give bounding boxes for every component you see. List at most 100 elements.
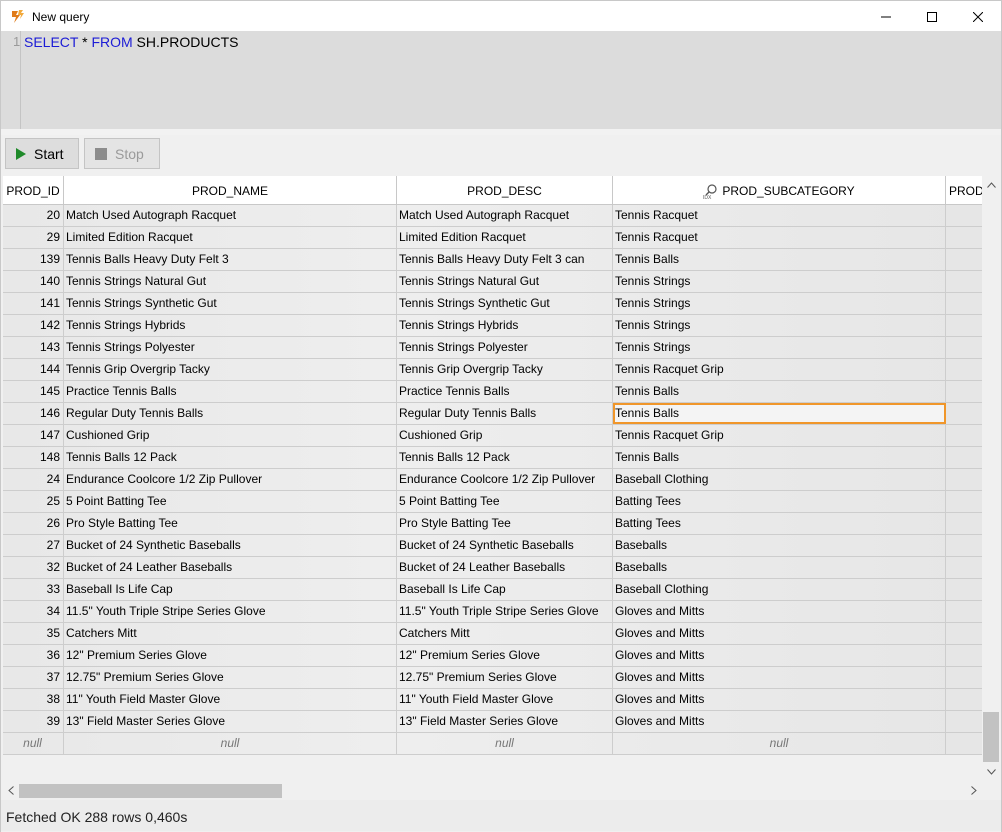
cell-prod-desc[interactable]: Tennis Strings Polyester — [397, 337, 613, 358]
cell-prod-more[interactable] — [946, 579, 982, 600]
cell-prod-more[interactable] — [946, 337, 982, 358]
cell-prod-id[interactable]: 38 — [3, 689, 64, 710]
cell-prod-more[interactable] — [946, 425, 982, 446]
cell-prod-id[interactable]: 143 — [3, 337, 64, 358]
cell-prod-id[interactable]: 145 — [3, 381, 64, 402]
cell-prod-desc[interactable]: Endurance Coolcore 1/2 Zip Pullover — [397, 469, 613, 490]
cell-prod-more[interactable] — [946, 513, 982, 534]
cell-prod-more[interactable] — [946, 315, 982, 336]
cell-prod-id[interactable]: 25 — [3, 491, 64, 512]
cell-prod-name[interactable]: Pro Style Batting Tee — [64, 513, 397, 534]
cell-prod-desc[interactable]: 13" Field Master Series Glove — [397, 711, 613, 732]
cell-prod-desc[interactable]: Tennis Balls Heavy Duty Felt 3 can — [397, 249, 613, 270]
cell-prod-desc[interactable]: Cushioned Grip — [397, 425, 613, 446]
cell-prod-desc[interactable]: Limited Edition Racquet — [397, 227, 613, 248]
cell-prod-subcategory[interactable]: Baseballs — [613, 535, 946, 556]
cell-prod-desc[interactable]: Tennis Balls 12 Pack — [397, 447, 613, 468]
cell-prod-subcategory[interactable]: Gloves and Mitts — [613, 601, 946, 622]
cell-prod-name[interactable]: Practice Tennis Balls — [64, 381, 397, 402]
close-button[interactable] — [955, 1, 1001, 32]
null-row[interactable]: null null null null — [3, 733, 982, 755]
start-button[interactable]: Start — [5, 138, 79, 169]
cell-prod-more[interactable] — [946, 623, 982, 644]
table-row[interactable]: 139 Tennis Balls Heavy Duty Felt 3 Tennis … — [3, 249, 982, 271]
cell-prod-more[interactable] — [946, 293, 982, 314]
cell-prod-name[interactable]: Catchers Mitt — [64, 623, 397, 644]
table-row[interactable]: 145 Practice Tennis Balls Practice Tennis … — [3, 381, 982, 403]
cell-prod-desc[interactable]: Tennis Strings Hybrids — [397, 315, 613, 336]
cell-prod-name[interactable]: 13" Field Master Series Glove — [64, 711, 397, 732]
cell-prod-name[interactable]: 11" Youth Field Master Glove — [64, 689, 397, 710]
column-header-prod-id[interactable]: PROD_ID — [3, 176, 64, 205]
sql-editor[interactable]: 1 SELECT * FROM SH.PRODUCTS — [1, 31, 1001, 129]
cell-prod-more[interactable] — [946, 227, 982, 248]
cell-prod-subcategory[interactable]: Tennis Racquet — [613, 227, 946, 248]
table-row[interactable]: 35 Catchers Mitt Catchers Mitt Gloves and M… — [3, 623, 982, 645]
cell-prod-desc[interactable]: 11.5" Youth Triple Stripe Series Glove — [397, 601, 613, 622]
table-row[interactable]: 20 Match Used Autograph Racquet Match Used… — [3, 205, 982, 227]
cell-prod-id[interactable]: 27 — [3, 535, 64, 556]
cell-prod-more[interactable] — [946, 205, 982, 226]
cell-prod-id[interactable]: 33 — [3, 579, 64, 600]
cell-prod-name[interactable]: Baseball Is Life Cap — [64, 579, 397, 600]
table-row[interactable]: 39 13" Field Master Series Glove 13" Field… — [3, 711, 982, 733]
column-header-prod-more[interactable]: PROD — [946, 176, 982, 205]
cell-prod-name[interactable]: 5 Point Batting Tee — [64, 491, 397, 512]
stop-button[interactable]: Stop — [84, 138, 160, 169]
table-row[interactable]: 37 12.75" Premium Series Glove 12.75" Prem… — [3, 667, 982, 689]
cell-prod-name[interactable]: Tennis Strings Synthetic Gut — [64, 293, 397, 314]
cell-prod-name[interactable]: Tennis Strings Natural Gut — [64, 271, 397, 292]
table-row[interactable]: 146 Regular Duty Tennis Balls Regular Duty… — [3, 403, 982, 425]
cell-prod-name[interactable]: Bucket of 24 Leather Baseballs — [64, 557, 397, 578]
cell-prod-more[interactable] — [946, 249, 982, 270]
table-row[interactable]: 27 Bucket of 24 Synthetic Baseballs Bucket… — [3, 535, 982, 557]
scroll-right-button[interactable] — [966, 780, 982, 800]
cell-prod-subcategory[interactable]: Tennis Strings — [613, 293, 946, 314]
table-row[interactable]: 140 Tennis Strings Natural Gut Tennis Stri… — [3, 271, 982, 293]
table-row[interactable]: 38 11" Youth Field Master Glove 11" Youth … — [3, 689, 982, 711]
cell-prod-more[interactable] — [946, 535, 982, 556]
table-row[interactable]: 36 12" Premium Series Glove 12" Premium Se… — [3, 645, 982, 667]
cell-prod-id[interactable]: 35 — [3, 623, 64, 644]
cell-prod-desc[interactable]: Match Used Autograph Racquet — [397, 205, 613, 226]
cell-prod-more[interactable] — [946, 381, 982, 402]
cell-prod-name[interactable]: 12" Premium Series Glove — [64, 645, 397, 666]
cell-prod-desc[interactable]: 12.75" Premium Series Glove — [397, 667, 613, 688]
table-row[interactable]: 29 Limited Edition Racquet Limited Edition… — [3, 227, 982, 249]
cell-prod-more[interactable] — [946, 689, 982, 710]
scroll-up-button[interactable] — [982, 176, 1000, 193]
table-row[interactable]: 143 Tennis Strings Polyester Tennis String… — [3, 337, 982, 359]
cell-prod-name[interactable]: Tennis Strings Polyester — [64, 337, 397, 358]
cell-prod-id[interactable]: 142 — [3, 315, 64, 336]
scroll-left-button[interactable] — [3, 780, 19, 800]
cell-prod-more[interactable] — [946, 733, 982, 754]
cell-prod-id[interactable]: 144 — [3, 359, 64, 380]
cell-prod-subcategory[interactable]: Tennis Racquet — [613, 205, 946, 226]
cell-prod-more[interactable] — [946, 403, 982, 424]
table-row[interactable]: 147 Cushioned Grip Cushioned Grip Tennis Ra… — [3, 425, 982, 447]
cell-prod-more[interactable] — [946, 469, 982, 490]
cell-prod-subcategory[interactable]: Tennis Racquet Grip — [613, 425, 946, 446]
cell-prod-id[interactable]: 148 — [3, 447, 64, 468]
cell-prod-name[interactable]: 11.5" Youth Triple Stripe Series Glove — [64, 601, 397, 622]
column-header-prod-name[interactable]: PROD_NAME — [64, 176, 397, 205]
selected-cell[interactable]: Tennis Balls — [613, 403, 946, 424]
vertical-scrollbar[interactable] — [982, 176, 1000, 780]
cell-prod-id[interactable]: 147 — [3, 425, 64, 446]
table-row[interactable]: 142 Tennis Strings Hybrids Tennis Strings … — [3, 315, 982, 337]
table-row[interactable]: 34 11.5" Youth Triple Stripe Series Glove… — [3, 601, 982, 623]
cell-prod-name[interactable]: Endurance Coolcore 1/2 Zip Pullover — [64, 469, 397, 490]
cell-prod-subcategory[interactable]: Tennis Racquet Grip — [613, 359, 946, 380]
cell-prod-desc[interactable]: Practice Tennis Balls — [397, 381, 613, 402]
results-grid[interactable]: PROD_ID PROD_NAME PROD_DESC IDX PROD_SUB… — [3, 176, 982, 756]
null-cell[interactable]: null — [64, 733, 397, 754]
null-cell[interactable]: null — [3, 733, 64, 754]
cell-prod-subcategory[interactable]: Gloves and Mitts — [613, 711, 946, 732]
cell-prod-subcategory[interactable]: Gloves and Mitts — [613, 623, 946, 644]
cell-prod-subcategory[interactable]: Gloves and Mitts — [613, 645, 946, 666]
cell-prod-desc[interactable]: Tennis Strings Natural Gut — [397, 271, 613, 292]
table-row[interactable]: 148 Tennis Balls 12 Pack Tennis Balls 12 P… — [3, 447, 982, 469]
cell-prod-id[interactable]: 36 — [3, 645, 64, 666]
scroll-down-button[interactable] — [982, 763, 1000, 780]
cell-prod-subcategory[interactable]: Tennis Balls — [613, 381, 946, 402]
